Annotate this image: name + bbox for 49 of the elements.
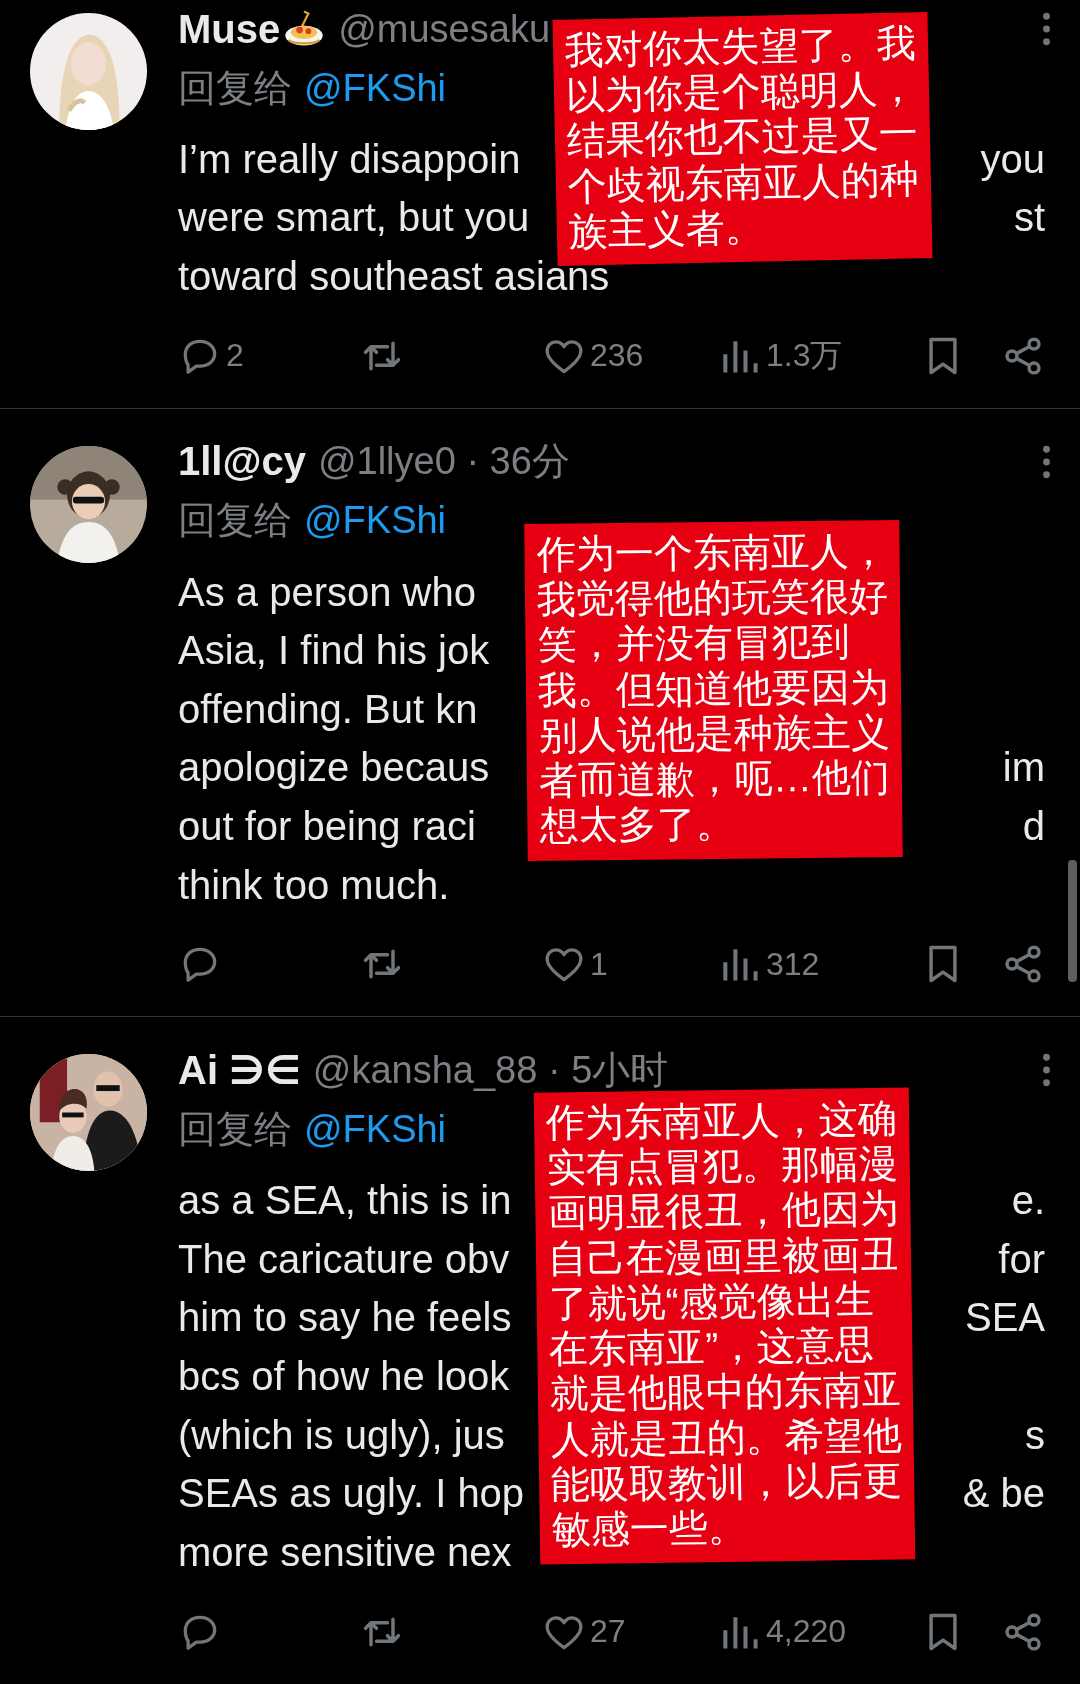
mention-link[interactable]: @FKShi bbox=[304, 1107, 447, 1151]
tweet-text: e. bbox=[1011, 1178, 1045, 1224]
tweet-text: apologize becaus bbox=[178, 745, 490, 791]
tweet-text: SEA bbox=[964, 1295, 1045, 1341]
tweet-text: as a SEA, this is in bbox=[178, 1178, 512, 1224]
more-icon[interactable] bbox=[1042, 12, 1051, 46]
like-count: 236 bbox=[590, 337, 644, 375]
tweet-text: more sensitive nex bbox=[178, 1529, 512, 1575]
tweet-text: Asia, I find his jok bbox=[178, 628, 490, 674]
tweet-text: for bbox=[998, 1236, 1045, 1282]
tweet-text: (which is ugly), jus bbox=[178, 1412, 505, 1458]
user-name[interactable]: Ai ∋∈ bbox=[178, 1047, 301, 1094]
mention-link[interactable]: @FKShi bbox=[304, 499, 447, 543]
tweet-text: im bbox=[1002, 745, 1045, 791]
tweet-text: & be bbox=[962, 1471, 1045, 1517]
translation-note: 作为一个东南亚人， 我觉得他的玩笑很好 笑，并没有冒犯到 我。但知道他要因为 别人说他是种族主义 者而道歉，呃…他们 想太多了。 bbox=[524, 519, 903, 861]
user-handle: @musesaku bbox=[338, 7, 550, 51]
tweet-text: bcs of how he look bbox=[178, 1353, 510, 1399]
tweet-text: think too much. bbox=[178, 862, 450, 908]
tweet-text: you bbox=[980, 136, 1045, 182]
tweet-text: were smart, but you bbox=[178, 195, 530, 241]
view-count: 4,220 bbox=[766, 1613, 847, 1650]
reply-label: 回复给 bbox=[178, 65, 292, 111]
tweet-text: d bbox=[1022, 803, 1045, 849]
tweet-text: SEAs as ugly. I hop bbox=[178, 1471, 525, 1517]
more-icon[interactable] bbox=[1042, 1053, 1051, 1088]
reply-label: 回复给 bbox=[178, 498, 292, 544]
view-count: 1.3万 bbox=[766, 335, 843, 375]
like-count: 1 bbox=[590, 945, 608, 983]
tweet-text: s bbox=[1025, 1412, 1045, 1458]
tweet-text: I’m really disappoin bbox=[178, 136, 521, 182]
reply-label: 回复给 bbox=[178, 1106, 292, 1152]
like-count: 27 bbox=[590, 1613, 626, 1650]
tweet-text: As a person who bbox=[178, 569, 476, 615]
tweet-text: offending. But kn bbox=[178, 686, 478, 732]
reply-count: 2 bbox=[226, 337, 244, 375]
mention-link[interactable]: @FKShi bbox=[304, 66, 447, 110]
view-count: 312 bbox=[766, 945, 820, 983]
tweet-text: st bbox=[1013, 195, 1045, 241]
user-name[interactable]: Muse bbox=[178, 6, 281, 52]
user-name[interactable]: 1ll@cy bbox=[178, 439, 306, 485]
tweet-text: out for being raci bbox=[178, 803, 476, 849]
translation-note: 作为东南亚人，这确 实有点冒犯。那幅漫 画明显很丑，他因为 自己在漫画里被画丑 了就说“感觉像出生 在东南亚”，这意思 就是他眼中的东南亚 人就是丑的。希望他 能吸取教训，以后更 敏感一些。 bbox=[533, 1087, 916, 1566]
user-handle: @1llye0 · 36分 bbox=[317, 439, 570, 485]
tweet-text: The caricature obv bbox=[178, 1236, 510, 1282]
tweet-text: him to say he feels bbox=[178, 1295, 512, 1341]
more-icon[interactable] bbox=[1042, 444, 1051, 479]
scrollbar[interactable] bbox=[1068, 860, 1077, 982]
translation-note: 我对你太失望了。我 以为你是个聪明人， 结果你也不过是又一 个歧视东南亚人的种 族主义者。 bbox=[552, 12, 933, 267]
